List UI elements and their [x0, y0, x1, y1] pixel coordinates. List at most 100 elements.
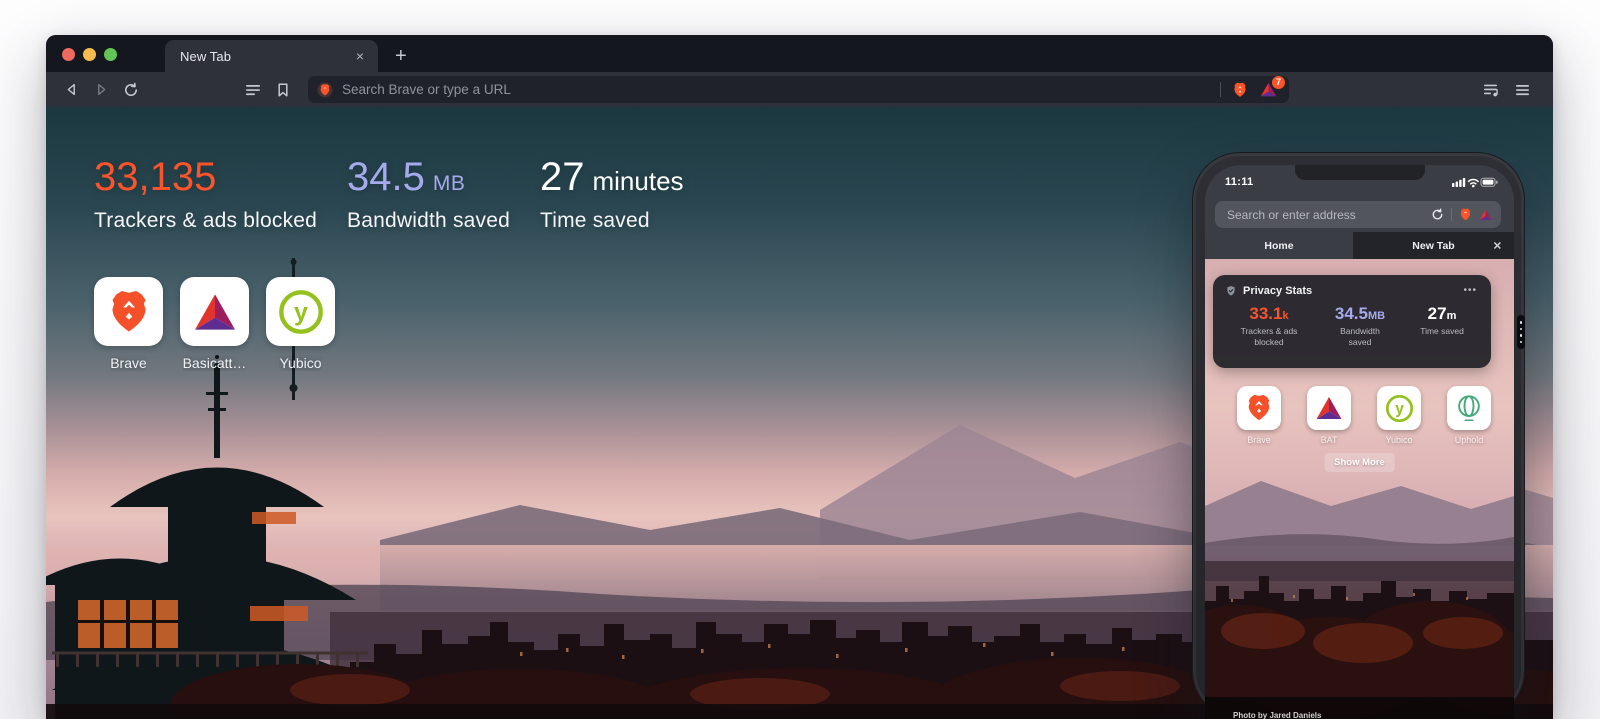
bat-logo-icon: [194, 293, 235, 330]
phone-privacy-stats: 33.1k Trackers & ads blocked 34.5MB Bandw…: [1213, 297, 1491, 348]
stat-label: Bandwidth saved: [347, 209, 510, 232]
rewards-badge: 7: [1272, 75, 1285, 89]
phone-tab-bar: Home New Tab ✕: [1205, 232, 1514, 259]
phone-stat-bandwidth: 34.5MB Bandwidth saved: [1334, 304, 1386, 348]
bookmark-icon: [278, 82, 288, 97]
privacy-card-title: Privacy Stats: [1243, 285, 1313, 297]
stat-value: 34.5: [347, 155, 425, 199]
phone-notch: [1294, 165, 1425, 180]
brave-logo-icon: [112, 290, 145, 331]
uphold-logo-icon: [1458, 395, 1480, 421]
url-input[interactable]: Search Brave or type a URL: [342, 82, 1212, 97]
signal-bars-icon: [1452, 178, 1466, 187]
stat-label: Time saved: [540, 209, 650, 232]
minimize-window-button[interactable]: [83, 48, 96, 61]
svg-text:y: y: [294, 298, 308, 326]
desktop-background: New Tab × + Search Brave or type a URL 7…: [0, 0, 1600, 719]
yubico-site-tile[interactable]: y: [266, 277, 335, 346]
phone-bat-tile[interactable]: [1307, 386, 1351, 430]
bat-logo-icon: [1316, 397, 1342, 419]
phone-rewards-icon[interactable]: [1479, 209, 1492, 221]
phone-stat-trackers: 33.1k Trackers & ads blocked: [1240, 304, 1298, 348]
phone-tab-new-tab[interactable]: New Tab ✕: [1353, 232, 1514, 259]
reading-list-button[interactable]: [238, 77, 268, 103]
phone-reload-icon[interactable]: [1431, 208, 1444, 221]
brave-avatar-icon: [317, 82, 333, 97]
phone-site-brave[interactable]: Brave: [1237, 386, 1281, 445]
list-lines-icon: [246, 84, 260, 95]
phone-search-bar[interactable]: Search or enter address: [1215, 201, 1501, 228]
phone-tab-home[interactable]: Home: [1205, 232, 1353, 259]
stat-label: Trackers & ads blocked: [94, 209, 318, 232]
phone-clock: 11:11: [1225, 176, 1254, 188]
url-separator: [1220, 82, 1221, 97]
phone-show-more-button[interactable]: Show More: [1324, 453, 1395, 472]
phone-close-tab-icon[interactable]: ✕: [1493, 239, 1502, 252]
zoom-window-button[interactable]: [104, 48, 117, 61]
phone-shields-icon[interactable]: [1459, 208, 1472, 221]
brave-rewards-button[interactable]: 7: [1260, 75, 1285, 98]
top-site-label: Brave: [110, 355, 147, 371]
playlist-button[interactable]: [1477, 77, 1507, 103]
url-bar[interactable]: Search Brave or type a URL 7: [308, 75, 1289, 103]
phone-screen: 11:11 Search or enter address Home New T…: [1205, 165, 1514, 719]
phone-stat-time: 27m Time saved: [1420, 304, 1464, 336]
forward-button[interactable]: [86, 77, 116, 103]
phone-search-separator: [1451, 208, 1452, 221]
new-tab-page: 33,135 Trackers & ads blocked 34.5 MB Ban…: [46, 107, 1553, 719]
svg-text:y: y: [1395, 400, 1404, 417]
stat-value: 27: [540, 155, 585, 199]
wifi-icon: [1467, 178, 1479, 185]
playlist-icon: [1484, 84, 1498, 96]
hamburger-menu-icon: [1515, 84, 1529, 95]
toolbar: Search Brave or type a URL 7: [46, 72, 1553, 107]
phone-uphold-tile[interactable]: [1447, 386, 1491, 430]
top-site-label: Basicatt…: [182, 355, 247, 371]
reload-icon: [125, 82, 138, 96]
close-tab-icon[interactable]: ×: [352, 47, 368, 65]
phone-site-uphold[interactable]: Uphold: [1447, 386, 1491, 445]
menu-button[interactable]: [1507, 77, 1537, 103]
brave-logo-icon: [1248, 394, 1270, 421]
close-window-button[interactable]: [62, 48, 75, 61]
yubico-logo-icon: y: [278, 289, 323, 334]
new-tab-button[interactable]: +: [391, 45, 411, 67]
bookmark-button[interactable]: [268, 77, 298, 103]
privacy-stats-row: 33,135 Trackers & ads blocked 34.5 MB Ban…: [94, 157, 684, 233]
yubico-logo-icon: y: [1385, 394, 1413, 422]
brave-shields-icon[interactable]: [1232, 82, 1248, 98]
browser-window: New Tab × + Search Brave or type a URL 7…: [46, 35, 1553, 719]
battery-icon: [1480, 177, 1498, 187]
stat-time-saved: 27 minutes Time saved: [540, 155, 684, 232]
phone-brave-tile[interactable]: [1237, 386, 1281, 430]
phone-privacy-card-header: Privacy Stats •••: [1213, 275, 1491, 297]
phone-site-yubico[interactable]: y Yubico: [1377, 386, 1421, 445]
tab-strip: New Tab × +: [46, 35, 1553, 72]
tab-new-tab[interactable]: New Tab ×: [165, 40, 378, 72]
stat-bandwidth-saved: 34.5 MB Bandwidth saved: [347, 155, 510, 232]
phone-site-bat[interactable]: BAT: [1307, 386, 1351, 445]
top-site-yubico[interactable]: y Yubico: [266, 277, 335, 371]
traffic-lights: [62, 48, 117, 61]
phone-scroll-indicator[interactable]: [1517, 315, 1525, 349]
bat-site-tile[interactable]: [180, 277, 249, 346]
phone-yubico-tile[interactable]: y: [1377, 386, 1421, 430]
brave-site-tile[interactable]: [94, 277, 163, 346]
tab-title: New Tab: [180, 48, 232, 64]
more-options-icon[interactable]: •••: [1461, 286, 1479, 296]
top-site-basicattention[interactable]: Basicatt…: [180, 277, 249, 371]
phone-privacy-card: Privacy Stats ••• 33.1k Trackers & ads bl…: [1213, 275, 1491, 368]
top-site-brave[interactable]: Brave: [94, 277, 163, 371]
top-sites-row: Brave Basicatt… y Yubico: [94, 277, 335, 371]
stat-value: 33,135: [94, 155, 217, 199]
reload-button[interactable]: [116, 77, 146, 103]
phone-photo-credit[interactable]: Photo by Jared Daniels: [1233, 711, 1321, 719]
back-icon: [67, 83, 75, 96]
privacy-shield-icon: [1227, 286, 1235, 296]
top-site-label: Yubico: [279, 355, 322, 371]
phone-status-icons: [1452, 177, 1498, 188]
phone-mockup: 11:11 Search or enter address Home New T…: [1192, 152, 1525, 719]
stat-trackers-blocked: 33,135 Trackers & ads blocked: [94, 157, 317, 233]
phone-search-input[interactable]: Search or enter address: [1227, 208, 1431, 222]
back-button[interactable]: [56, 77, 86, 103]
